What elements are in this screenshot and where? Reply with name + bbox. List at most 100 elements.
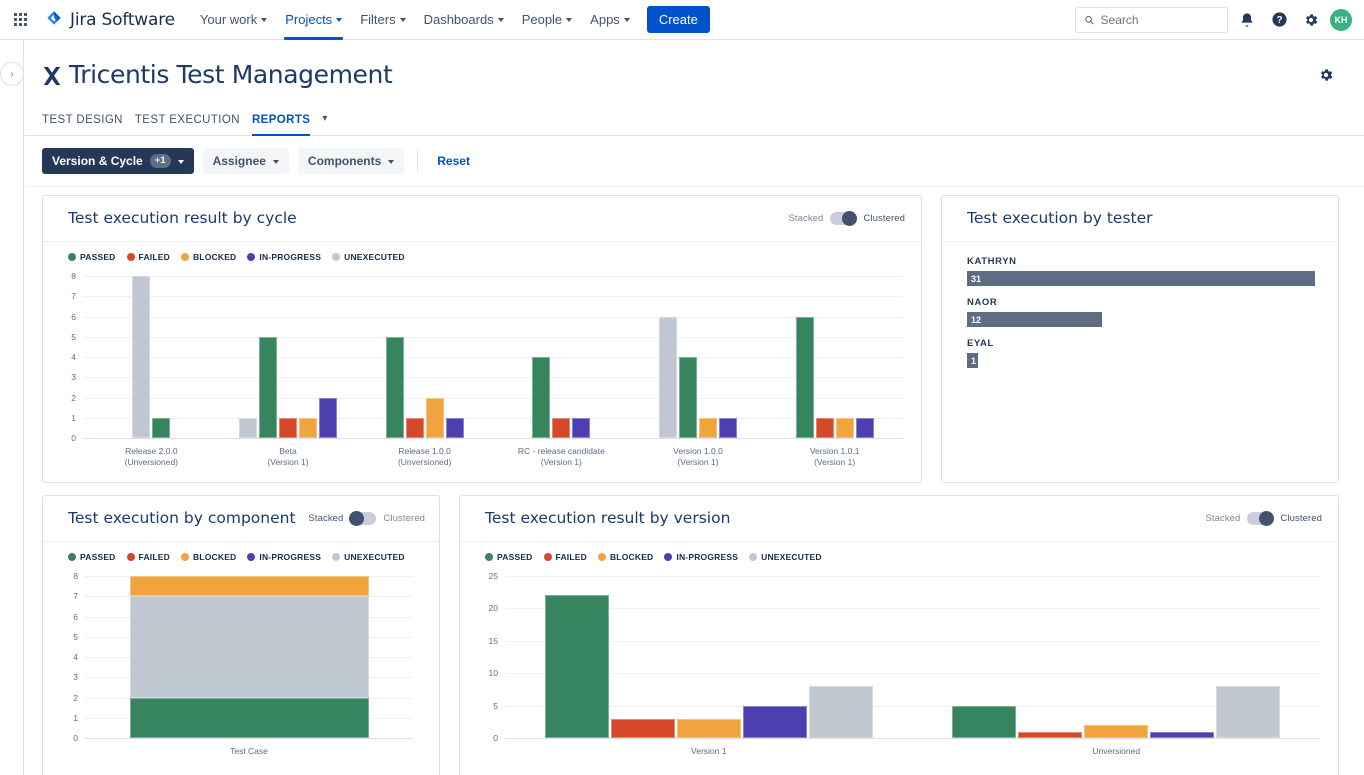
- x-axis-label: Release 2.0.0 (Unversioned): [124, 446, 179, 468]
- bar-in-progress[interactable]: [319, 397, 337, 438]
- bar-passed[interactable]: [532, 357, 551, 438]
- bar-failed[interactable]: [279, 417, 297, 438]
- bar-failed[interactable]: [1018, 731, 1083, 738]
- stacked-clustered-toggle[interactable]: Stacked Clustered: [1205, 510, 1322, 526]
- legend-item-in-progress[interactable]: IN-PROGRESS: [247, 552, 321, 562]
- bar-blocked[interactable]: [835, 417, 854, 438]
- card-title: Test execution by component: [68, 509, 296, 527]
- bar-unexecuted[interactable]: [808, 686, 873, 738]
- bar-failed[interactable]: [815, 417, 834, 438]
- gear-icon[interactable]: [1312, 61, 1340, 89]
- bar-blocked[interactable]: [425, 397, 444, 438]
- bar-unexecuted[interactable]: [1216, 686, 1281, 738]
- chevron-down-icon[interactable]: ▾: [322, 113, 327, 130]
- bar-unexecuted[interactable]: [132, 276, 151, 438]
- y-axis-tick: 2: [71, 392, 76, 403]
- notifications-bell-icon[interactable]: [1234, 7, 1260, 33]
- bar-unexecuted[interactable]: [659, 316, 677, 438]
- version-cycle-filter[interactable]: Version & Cycle +1: [42, 148, 194, 174]
- legend-item-in-progress[interactable]: IN-PROGRESS: [247, 252, 321, 262]
- legend-item-failed[interactable]: FAILED: [126, 552, 170, 562]
- legend-item-failed[interactable]: FAILED: [543, 552, 587, 562]
- y-axis-tick: 2: [73, 692, 78, 703]
- legend-item-blocked[interactable]: BLOCKED: [180, 252, 236, 262]
- stacked-clustered-toggle[interactable]: Stacked Clustered: [788, 210, 905, 226]
- tab-test-design[interactable]: TEST DESIGN: [42, 108, 123, 135]
- nav-item-dashboards[interactable]: Dashboards: [415, 0, 513, 40]
- tab-reports[interactable]: REPORTS: [251, 108, 311, 136]
- reset-filters-link[interactable]: Reset: [431, 154, 476, 168]
- bar-passed[interactable]: [795, 316, 814, 438]
- bar-blocked[interactable]: [299, 417, 317, 438]
- search-box[interactable]: [1075, 6, 1228, 33]
- avatar[interactable]: KH: [1330, 8, 1352, 31]
- search-input[interactable]: [1100, 12, 1219, 27]
- chevron-down-icon: [388, 159, 395, 164]
- y-axis-tick: 10: [488, 668, 498, 679]
- nav-item-people[interactable]: People: [513, 0, 581, 40]
- assignee-filter[interactable]: Assignee: [202, 148, 289, 174]
- legend-item-passed[interactable]: PASSED: [485, 552, 533, 562]
- settings-gear-icon[interactable]: [1298, 7, 1324, 33]
- bar-passed[interactable]: [385, 336, 404, 438]
- bar-unexecuted[interactable]: [129, 596, 369, 698]
- help-icon[interactable]: ?: [1266, 7, 1292, 33]
- toggle-switch[interactable]: [349, 510, 377, 526]
- bar-blocked[interactable]: [129, 576, 369, 597]
- bar-failed[interactable]: [610, 718, 675, 738]
- legend-item-failed[interactable]: FAILED: [126, 252, 170, 262]
- card-title: Test execution result by version: [485, 509, 731, 527]
- y-axis-tick: 1: [73, 712, 78, 723]
- legend-item-unexecuted[interactable]: UNEXECUTED: [332, 552, 405, 562]
- jira-brand-link[interactable]: Jira Software: [44, 10, 175, 30]
- toggle-switch[interactable]: [830, 210, 858, 226]
- nav-item-apps[interactable]: Apps: [581, 0, 639, 40]
- chart-plot-version: 0 5 10 15 20 25 Version 1 Unversioned: [460, 568, 1338, 775]
- bar-blocked[interactable]: [699, 417, 717, 438]
- nav-item-projects[interactable]: Projects: [276, 0, 351, 40]
- nav-item-your-work[interactable]: Your work: [191, 0, 276, 40]
- bar-failed[interactable]: [405, 417, 424, 438]
- bar-in-progress[interactable]: [445, 417, 464, 438]
- create-button[interactable]: Create: [646, 6, 710, 33]
- bar-blocked[interactable]: [1084, 725, 1149, 738]
- chevron-down-icon: [566, 18, 573, 22]
- toggle-switch[interactable]: [1247, 510, 1275, 526]
- legend-item-in-progress[interactable]: IN-PROGRESS: [664, 552, 738, 562]
- bar-passed[interactable]: [259, 336, 277, 438]
- legend-item-passed[interactable]: PASSED: [68, 552, 116, 562]
- report-tabs: TEST DESIGN TEST EXECUTION REPORTS ▾: [25, 108, 1364, 136]
- bar-passed[interactable]: [152, 417, 171, 438]
- stacked-clustered-toggle[interactable]: Stacked Clustered: [308, 510, 425, 526]
- tab-test-execution[interactable]: TEST EXECUTION: [135, 108, 240, 135]
- apps-grid-icon[interactable]: [4, 4, 36, 36]
- legend-item-unexecuted[interactable]: UNEXECUTED: [749, 552, 822, 562]
- tester-bar[interactable]: 12: [967, 312, 1102, 327]
- components-filter[interactable]: Components: [297, 148, 405, 174]
- bar-in-progress[interactable]: [1150, 731, 1215, 738]
- legend-item-blocked[interactable]: BLOCKED: [180, 552, 236, 562]
- y-axis-tick: 0: [71, 433, 76, 443]
- bar-in-progress[interactable]: [742, 705, 807, 738]
- bar-passed[interactable]: [129, 697, 369, 738]
- tester-bar[interactable]: 31: [967, 271, 1315, 286]
- nav-item-filters[interactable]: Filters: [351, 0, 414, 40]
- bar-failed[interactable]: [552, 417, 571, 438]
- svg-text:?: ?: [1276, 15, 1282, 26]
- chevron-right-icon[interactable]: ›: [0, 62, 24, 86]
- tester-name: EYAL: [967, 338, 994, 349]
- bar-in-progress[interactable]: [855, 417, 874, 438]
- legend-item-passed[interactable]: PASSED: [68, 252, 116, 262]
- bar-in-progress[interactable]: [719, 417, 737, 438]
- y-axis-tick: 7: [73, 591, 78, 602]
- bar-in-progress[interactable]: [572, 417, 591, 438]
- tester-bar[interactable]: 1: [967, 353, 979, 368]
- legend-item-blocked[interactable]: BLOCKED: [597, 552, 653, 562]
- bar-passed[interactable]: [544, 595, 609, 738]
- bar-passed[interactable]: [679, 357, 697, 438]
- legend-item-unexecuted[interactable]: UNEXECUTED: [332, 252, 405, 262]
- legend-swatch-icon: [180, 253, 189, 261]
- bar-blocked[interactable]: [676, 718, 741, 738]
- bar-unexecuted[interactable]: [239, 417, 257, 438]
- bar-passed[interactable]: [952, 705, 1017, 738]
